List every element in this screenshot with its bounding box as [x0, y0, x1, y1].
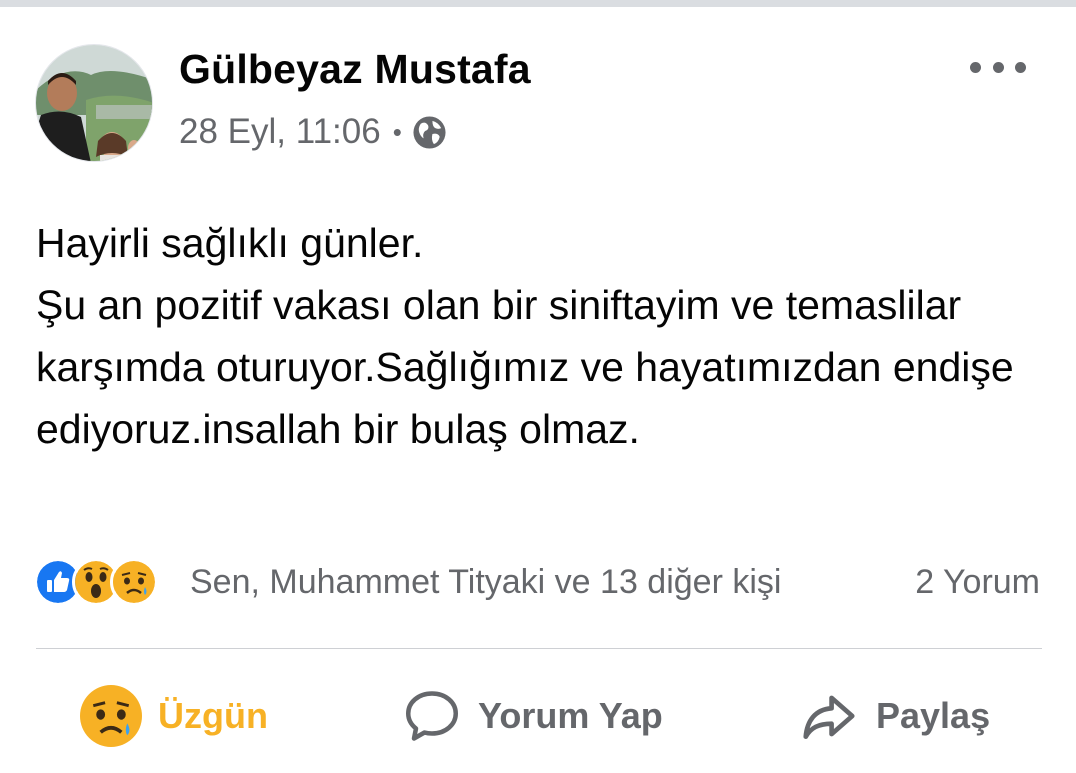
post-text: Hayirli sağlıklı günler. Şu an pozitif v…: [36, 220, 1014, 452]
share-label: Paylaş: [876, 695, 991, 736]
reaction-icons[interactable]: [34, 556, 158, 608]
share-icon: [803, 695, 855, 739]
react-sad-label: Üzgün: [158, 695, 268, 736]
comment-count[interactable]: 2 Yorum: [915, 563, 1040, 602]
reaction-summary[interactable]: Sen, Muhammet Tityaki ve 13 diğer kişi: [190, 563, 781, 602]
more-dot: [1015, 61, 1026, 73]
comment-label: Yorum Yap: [478, 695, 663, 736]
author-avatar[interactable]: [35, 44, 153, 162]
post-timestamp[interactable]: 28 Eyl, 11:06: [179, 112, 381, 152]
comment-button[interactable]: Yorum Yap: [402, 676, 663, 756]
comment-icon: [406, 691, 458, 741]
author-name[interactable]: Gülbeyaz Mustafa: [179, 46, 531, 93]
more-options-icon[interactable]: [970, 52, 1026, 82]
globe-icon[interactable]: [412, 115, 447, 150]
sad-reaction-icon: [110, 558, 158, 606]
share-button[interactable]: Paylaş: [798, 676, 990, 756]
divider: [36, 648, 1042, 649]
sad-reaction-icon: [80, 685, 142, 747]
more-dot: [970, 61, 981, 73]
action-bar: Üzgün Yorum Yap Paylaş: [0, 676, 1076, 756]
react-sad-button[interactable]: Üzgün: [80, 676, 268, 756]
post-meta: 28 Eyl, 11:06 •: [179, 112, 447, 152]
more-dot: [992, 61, 1004, 73]
meta-separator: •: [392, 116, 402, 147]
top-separator-bar: [0, 0, 1076, 7]
